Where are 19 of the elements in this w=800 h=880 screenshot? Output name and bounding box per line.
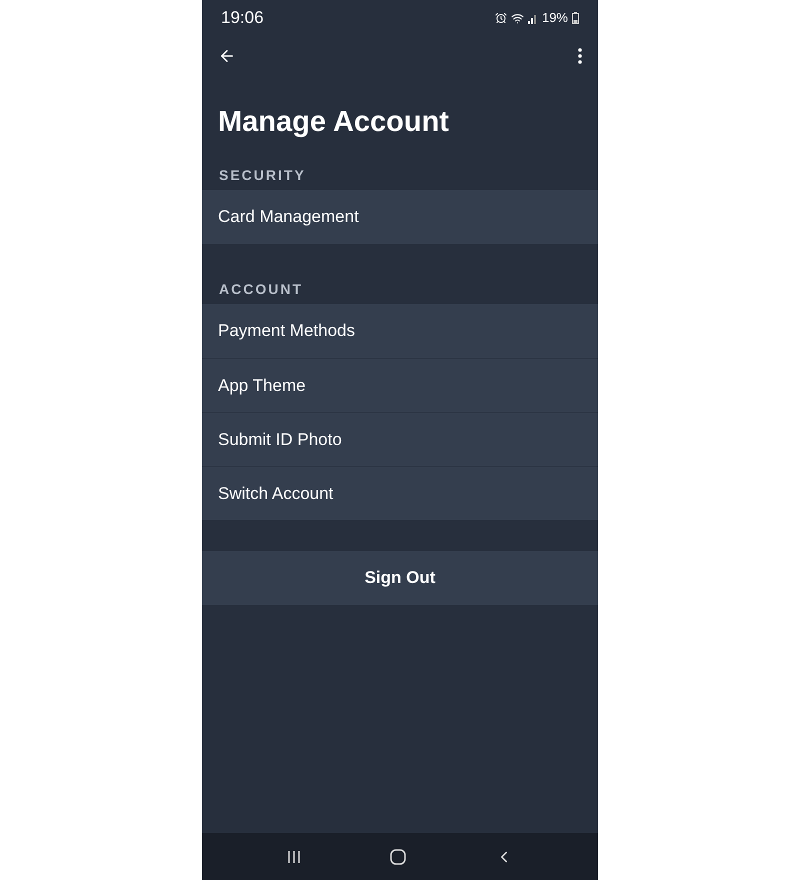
section-header: ACCOUNT (218, 280, 304, 298)
sign-out-button[interactable]: Sign Out (202, 551, 598, 605)
vertical-dots-icon (578, 48, 582, 64)
menu-item[interactable]: Payment Methods (202, 304, 598, 358)
menu-item[interactable]: Card Management (202, 190, 598, 244)
more-options-button[interactable] (576, 46, 584, 66)
menu-item[interactable]: Submit ID Photo (202, 412, 598, 466)
status-time: 19:06 (221, 7, 264, 30)
wifi-icon (510, 12, 524, 24)
recent-apps-icon[interactable] (286, 850, 301, 864)
alarm-icon (494, 12, 507, 24)
page-title: Manage Account (217, 105, 450, 140)
menu-item[interactable]: Switch Account (202, 466, 598, 520)
home-icon[interactable] (390, 848, 406, 864)
battery-icon (572, 12, 579, 24)
menu-item[interactable]: App Theme (202, 358, 598, 412)
battery-percent: 19% (542, 9, 568, 28)
signal-icon (528, 12, 538, 24)
section-header: SECURITY (218, 166, 307, 184)
